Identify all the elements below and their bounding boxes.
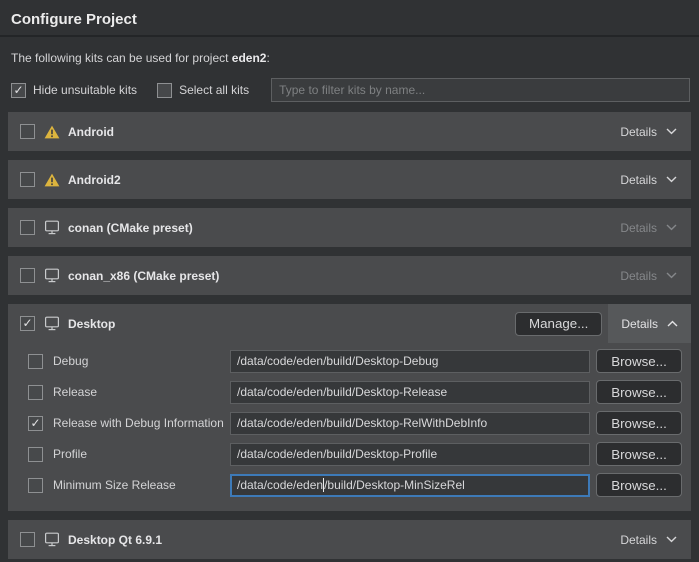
- browse-button-relwithdebinfo[interactable]: Browse...: [596, 411, 682, 435]
- kit-row-desktop-qt: Desktop Qt 6.9.1 Details: [8, 520, 691, 559]
- select-all-kits-label: Select all kits: [179, 83, 249, 97]
- manage-kits-button[interactable]: Manage...: [515, 312, 602, 336]
- build-dir-input-minsizerel[interactable]: /data/code/eden/build/Desktop-MinSizeRel: [230, 474, 590, 497]
- build-dir-input-profile[interactable]: /data/code/eden/build/Desktop-Profile: [230, 443, 590, 466]
- build-config-row-relwithdebinfo: Release with Debug Information /data/cod…: [28, 411, 682, 435]
- kit-header-android2[interactable]: Android2 Details: [8, 160, 691, 199]
- details-button-desktop[interactable]: Details: [608, 304, 691, 343]
- hide-unsuitable-kits-option[interactable]: Hide unsuitable kits: [11, 83, 137, 98]
- kit-name: Desktop Qt 6.9.1: [68, 533, 162, 547]
- browse-button-debug[interactable]: Browse...: [596, 349, 682, 373]
- config-label: Release: [53, 385, 230, 399]
- intro-text: The following kits can be used for proje…: [0, 37, 699, 65]
- kit-name: conan (CMake preset): [68, 221, 193, 235]
- details-button-android[interactable]: Details: [606, 112, 691, 151]
- kit-name: Desktop: [68, 317, 115, 331]
- desktop-icon: [44, 220, 60, 235]
- details-label: Details: [620, 221, 657, 235]
- hide-unsuitable-kits-checkbox[interactable]: [11, 83, 26, 98]
- desktop-icon: [44, 316, 60, 331]
- browse-button-profile[interactable]: Browse...: [596, 442, 682, 466]
- select-all-kits-option[interactable]: Select all kits: [157, 83, 249, 98]
- kit-row-android: Android Details: [8, 112, 691, 151]
- kit-filter-input[interactable]: [271, 78, 690, 102]
- desktop-icon: [44, 268, 60, 283]
- kit-checkbox-android[interactable]: [20, 124, 35, 139]
- input-text-after-caret: /build/Desktop-MinSizeRel: [324, 478, 465, 492]
- details-button-android2[interactable]: Details: [606, 160, 691, 199]
- kit-row-desktop: Desktop Manage... Details Debug /data/co…: [8, 304, 691, 511]
- kit-checkbox-conan-x86[interactable]: [20, 268, 35, 283]
- config-label: Minimum Size Release: [53, 478, 230, 492]
- select-all-kits-checkbox[interactable]: [157, 83, 172, 98]
- chevron-down-icon: [666, 272, 677, 279]
- build-dir-input-debug[interactable]: /data/code/eden/build/Desktop-Debug: [230, 350, 590, 373]
- config-label: Profile: [53, 447, 230, 461]
- warning-icon: [44, 125, 60, 139]
- intro-suffix: :: [266, 51, 269, 65]
- desktop-icon: [44, 532, 60, 547]
- details-label: Details: [620, 269, 657, 283]
- kit-row-conan: conan (CMake preset) Details: [8, 208, 691, 247]
- chevron-up-icon: [667, 320, 678, 327]
- build-config-row-profile: Profile /data/code/eden/build/Desktop-Pr…: [28, 442, 682, 466]
- kit-header-android[interactable]: Android Details: [8, 112, 691, 151]
- chevron-down-icon: [666, 128, 677, 135]
- config-checkbox-minsizerel[interactable]: [28, 478, 43, 493]
- kit-header-desktop-qt[interactable]: Desktop Qt 6.9.1 Details: [8, 520, 691, 559]
- details-label: Details: [620, 125, 657, 139]
- build-dir-input-relwithdebinfo[interactable]: /data/code/eden/build/Desktop-RelWithDeb…: [230, 412, 590, 435]
- filter-bar: Hide unsuitable kits Select all kits: [0, 65, 699, 102]
- build-config-row-minsizerel: Minimum Size Release /data/code/eden/bui…: [28, 473, 682, 497]
- config-checkbox-debug[interactable]: [28, 354, 43, 369]
- config-checkbox-relwithdebinfo[interactable]: [28, 416, 43, 431]
- project-name: eden2: [232, 51, 267, 65]
- config-label: Debug: [53, 354, 230, 368]
- kit-checkbox-desktop[interactable]: [20, 316, 35, 331]
- chevron-down-icon: [666, 536, 677, 543]
- config-checkbox-release[interactable]: [28, 385, 43, 400]
- kit-header-conan-x86[interactable]: conan_x86 (CMake preset) Details: [8, 256, 691, 295]
- config-label: Release with Debug Information: [53, 416, 230, 430]
- details-label: Details: [621, 317, 658, 331]
- build-config-list: Debug /data/code/eden/build/Desktop-Debu…: [8, 343, 691, 511]
- build-config-row-release: Release /data/code/eden/build/Desktop-Re…: [28, 380, 682, 404]
- kit-header-desktop[interactable]: Desktop Manage... Details: [8, 304, 691, 343]
- details-label: Details: [620, 533, 657, 547]
- browse-button-minsizerel[interactable]: Browse...: [596, 473, 682, 497]
- page-title: Configure Project: [0, 0, 699, 35]
- details-button-conan-x86[interactable]: Details: [606, 256, 691, 295]
- build-config-row-debug: Debug /data/code/eden/build/Desktop-Debu…: [28, 349, 682, 373]
- warning-icon: [44, 173, 60, 187]
- kit-checkbox-desktop-qt[interactable]: [20, 532, 35, 547]
- hide-unsuitable-kits-label: Hide unsuitable kits: [33, 83, 137, 97]
- kit-header-conan[interactable]: conan (CMake preset) Details: [8, 208, 691, 247]
- browse-button-release[interactable]: Browse...: [596, 380, 682, 404]
- chevron-down-icon: [666, 224, 677, 231]
- build-dir-input-release[interactable]: /data/code/eden/build/Desktop-Release: [230, 381, 590, 404]
- kit-checkbox-conan[interactable]: [20, 220, 35, 235]
- intro-prefix: The following kits can be used for proje…: [11, 51, 232, 65]
- kit-name: Android2: [68, 173, 121, 187]
- kit-row-android2: Android2 Details: [8, 160, 691, 199]
- details-button-desktop-qt[interactable]: Details: [606, 520, 691, 559]
- chevron-down-icon: [666, 176, 677, 183]
- input-text-before-caret: /data/code/eden: [237, 478, 323, 492]
- kit-name: conan_x86 (CMake preset): [68, 269, 219, 283]
- details-button-conan[interactable]: Details: [606, 208, 691, 247]
- kit-name: Android: [68, 125, 114, 139]
- configure-project-page: Configure Project The following kits can…: [0, 0, 699, 562]
- kit-row-conan-x86: conan_x86 (CMake preset) Details: [8, 256, 691, 295]
- details-label: Details: [620, 173, 657, 187]
- kit-checkbox-android2[interactable]: [20, 172, 35, 187]
- config-checkbox-profile[interactable]: [28, 447, 43, 462]
- kit-list: Android Details Android2 Details: [0, 102, 699, 559]
